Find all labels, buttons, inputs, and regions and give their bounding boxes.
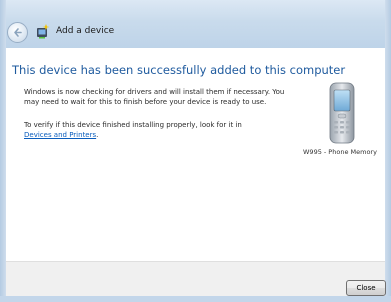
add-device-window: Add a device This device has been succes… [0, 0, 391, 302]
device-name-label: W995 - Phone Memory [303, 148, 377, 156]
mobile-phone-icon [329, 82, 355, 144]
add-device-icon [37, 24, 50, 39]
window-title: Add a device [56, 26, 115, 36]
window-frame-bottom [0, 296, 391, 302]
page-heading: This device has been successfully added … [12, 63, 346, 77]
verify-info-end: . [96, 130, 99, 139]
driver-info-text: Windows is now checking for drivers and … [24, 88, 285, 106]
close-button[interactable]: Close [346, 280, 386, 296]
back-arrow-icon [14, 28, 22, 37]
footer-bar [6, 261, 385, 296]
verify-info-label: To verify if this device finished instal… [24, 121, 242, 129]
verify-info-text: To verify if this device finished instal… [24, 121, 294, 140]
devices-and-printers-link[interactable]: Devices and Printers [24, 131, 96, 139]
back-button[interactable] [7, 22, 28, 43]
window-frame-right [385, 0, 391, 302]
